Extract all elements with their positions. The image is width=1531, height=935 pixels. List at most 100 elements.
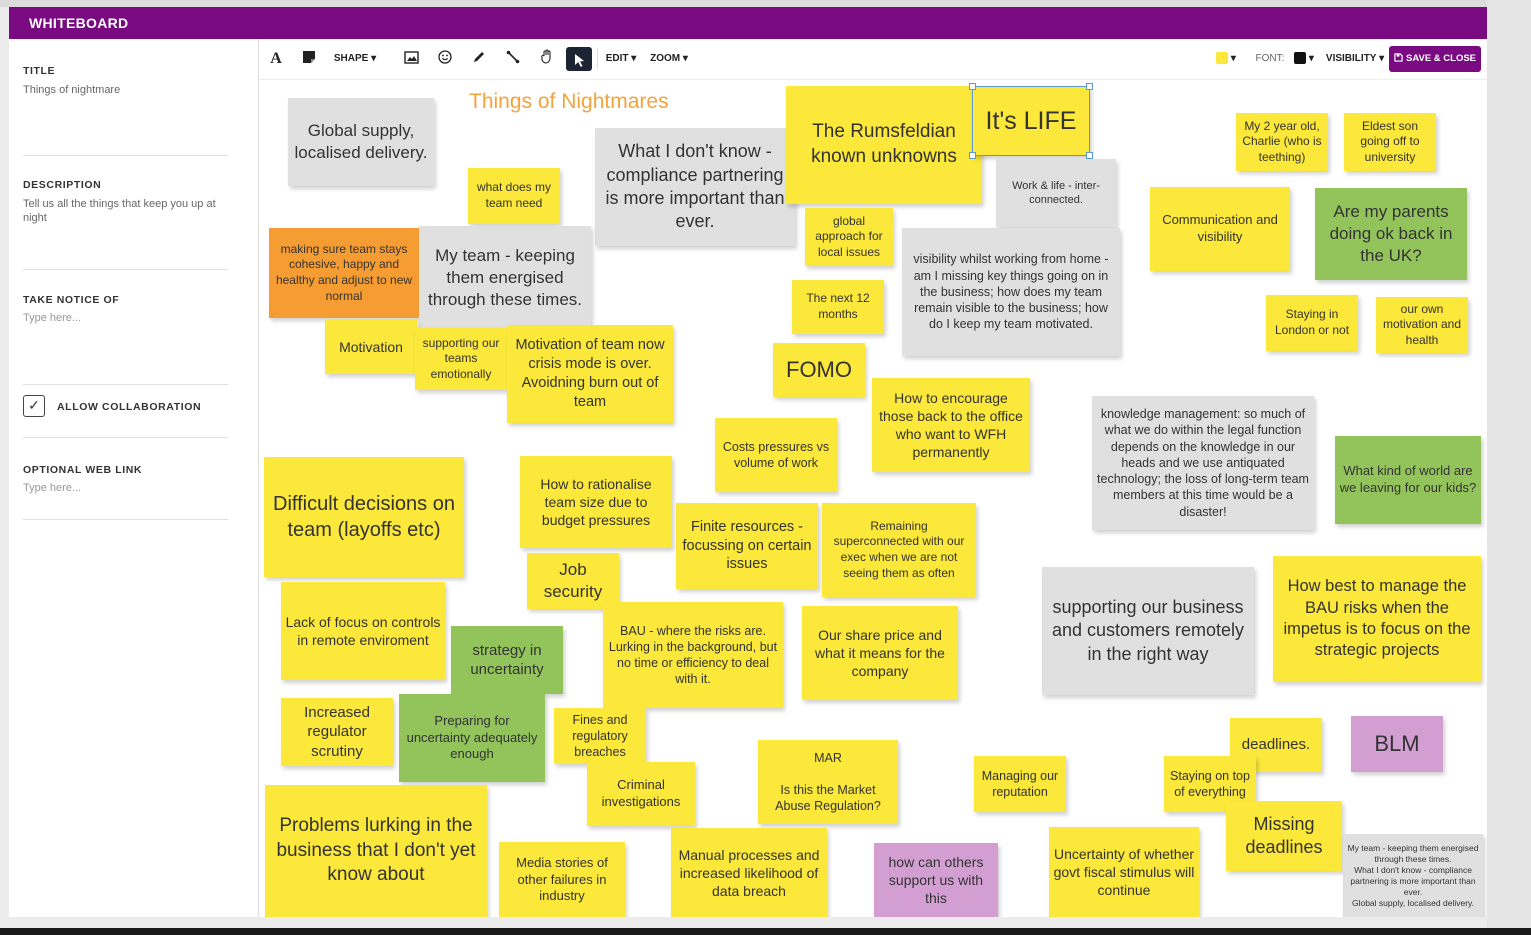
sticky-note[interactable]: Managing our reputation — [974, 756, 1066, 812]
title-label: TITLE — [23, 65, 56, 77]
description-field[interactable]: Tell us all the things that keep you up … — [23, 197, 228, 225]
sticky-note[interactable]: Manual processes and increased likelihoo… — [671, 828, 827, 917]
sticky-note[interactable]: knowledge management: so much of what we… — [1092, 396, 1314, 530]
sticky-note[interactable]: MAR Is this the Market Abuse Regulation? — [758, 740, 898, 824]
text-tool-icon[interactable]: A — [264, 47, 288, 71]
title-bar: WHITEBOARD — [9, 7, 1487, 39]
sticky-note[interactable]: Motivation — [325, 320, 417, 374]
sticky-note[interactable]: Global supply, localised delivery. — [288, 98, 434, 186]
hand-tool-icon[interactable] — [535, 47, 559, 71]
save-close-label: SAVE & CLOSE — [1405, 53, 1477, 64]
sticky-note[interactable]: My 2 year old, Charlie (who is teething) — [1236, 113, 1328, 171]
font-label: FONT: — [1255, 53, 1285, 64]
sticky-note[interactable]: supporting our business and customers re… — [1042, 567, 1254, 695]
note-color-picker[interactable]: ▾ — [1211, 47, 1241, 71]
sticky-note[interactable]: Finite resources - focussing on certain … — [676, 503, 818, 589]
taskbar-strip — [0, 928, 1531, 935]
sticky-note[interactable]: What I don't know - compliance partnerin… — [595, 128, 795, 246]
weblink-field[interactable]: Type here... — [23, 482, 228, 494]
notice-section: TAKE NOTICE OF Type here... — [23, 294, 228, 385]
sticky-note[interactable]: Costs pressures vs volume of work — [715, 418, 837, 492]
note-color-caret: ▾ — [1230, 53, 1236, 64]
sticky-note-tool-icon[interactable] — [297, 47, 321, 71]
sticky-note[interactable]: How best to manage the BAU risks when th… — [1273, 556, 1481, 682]
background-right — [1487, 0, 1531, 935]
weblink-section: OPTIONAL WEB LINK Type here... — [23, 464, 228, 520]
sticky-note[interactable]: our own motivation and health — [1376, 297, 1468, 353]
sticky-note[interactable]: global approach for local issues — [805, 208, 893, 266]
toolbar: A SHAPE ▾ EDIT ▾ ZOOM ▾ ▾ FONT: ▾ VISIBI… — [259, 39, 1487, 80]
sticky-note[interactable]: My team - keeping them energised through… — [419, 226, 591, 330]
resize-handle[interactable] — [1086, 152, 1093, 159]
sticky-note[interactable]: Missing deadlines — [1226, 801, 1342, 871]
whiteboard-window: WHITEBOARD TITLE Things of nightmare DES… — [9, 7, 1487, 917]
sticky-note[interactable]: visibility whilst working from home - am… — [902, 228, 1120, 356]
sticky-note[interactable]: Our share price and what it means for th… — [802, 606, 958, 700]
sticky-note[interactable]: Are my parents doing ok back in the UK? — [1315, 188, 1467, 280]
sticky-note[interactable]: Media stories of other failures in indus… — [499, 842, 625, 917]
connector-tool-icon[interactable] — [501, 47, 525, 71]
font-color-swatch — [1294, 52, 1307, 65]
notice-field[interactable]: Type here... — [23, 312, 228, 324]
sticky-note[interactable]: Difficult decisions on team (layoffs etc… — [264, 457, 464, 577]
zoom-menu[interactable]: ZOOM ▾ — [647, 47, 691, 71]
allow-collaboration-checkbox[interactable]: ✓ — [23, 395, 45, 417]
sticky-note[interactable]: How to encourage those back to the offic… — [872, 378, 1030, 472]
sticky-note[interactable]: BLM — [1351, 716, 1443, 772]
resize-handle[interactable] — [1086, 83, 1093, 90]
sticky-note[interactable]: Communication and visibility — [1150, 187, 1290, 271]
emoji-tool-icon[interactable] — [433, 47, 457, 71]
sticky-note[interactable]: Preparing for uncertainty adequately eno… — [399, 694, 545, 782]
title-section: TITLE Things of nightmare — [23, 65, 228, 156]
edit-menu[interactable]: EDIT ▾ — [603, 47, 639, 71]
toolbar-separator — [597, 49, 598, 69]
sticky-note[interactable]: Lack of focus on controls in remote envi… — [281, 582, 445, 680]
shape-menu[interactable]: SHAPE ▾ — [331, 47, 379, 71]
sticky-note[interactable]: FOMO — [773, 343, 865, 397]
sidebar: TITLE Things of nightmare DESCRIPTION Te… — [9, 39, 259, 917]
pen-tool-icon[interactable] — [467, 47, 491, 71]
description-section: DESCRIPTION Tell us all the things that … — [23, 179, 228, 270]
sticky-note[interactable]: My team - keeping them energised through… — [1343, 834, 1483, 917]
save-icon — [1394, 53, 1403, 62]
image-tool-icon[interactable] — [399, 47, 423, 71]
sticky-note[interactable]: Job security — [527, 553, 619, 609]
resize-handle[interactable] — [969, 83, 976, 90]
board-title[interactable]: Things of Nightmares — [469, 90, 669, 114]
font-color-caret: ▾ — [1308, 53, 1314, 64]
sticky-note[interactable]: Fines and regulatory breaches — [554, 708, 646, 764]
weblink-label: OPTIONAL WEB LINK — [23, 464, 143, 476]
resize-handle[interactable] — [969, 152, 976, 159]
sticky-note[interactable]: Increased regulator scrutiny — [281, 698, 393, 766]
sticky-note[interactable]: The Rumsfeldian known unknowns — [786, 86, 982, 204]
sticky-note[interactable]: Problems lurking in the business that I … — [265, 785, 487, 917]
save-close-button[interactable]: SAVE & CLOSE — [1389, 46, 1481, 72]
sticky-note[interactable]: Staying in London or not — [1266, 295, 1358, 351]
description-label: DESCRIPTION — [23, 179, 102, 191]
divider — [23, 437, 228, 438]
sticky-note[interactable]: Criminal investigations — [587, 762, 695, 826]
font-color-picker[interactable]: ▾ — [1289, 47, 1319, 71]
sticky-note[interactable]: What kind of world are we leaving for ou… — [1335, 436, 1481, 524]
whiteboard-canvas[interactable]: Things of Nightmares Global supply, loca… — [259, 80, 1487, 917]
notice-label: TAKE NOTICE OF — [23, 294, 120, 306]
sticky-note[interactable]: Remaining superconnected with our exec w… — [822, 503, 976, 597]
sticky-note[interactable]: Motivation of team now crisis mode is ov… — [507, 325, 673, 423]
background-top — [0, 0, 1531, 7]
title-field[interactable]: Things of nightmare — [23, 83, 228, 97]
note-color-swatch — [1216, 52, 1229, 65]
sticky-note[interactable]: BAU - where the risks are. Lurking in th… — [603, 602, 783, 708]
visibility-menu[interactable]: VISIBILITY ▾ — [1325, 47, 1385, 71]
sticky-note[interactable]: Work & life - inter-connected. — [996, 159, 1116, 227]
sticky-note[interactable]: How to rationalise team size due to budg… — [520, 456, 672, 548]
sticky-note[interactable]: Eldest son going off to university — [1344, 113, 1436, 171]
selection-frame — [969, 83, 1093, 159]
sticky-note[interactable]: making sure team stays cohesive, happy a… — [269, 228, 419, 318]
sticky-note[interactable]: The next 12 months — [792, 280, 884, 334]
sticky-note[interactable]: supporting our teams emotionally — [415, 328, 507, 390]
sticky-note[interactable]: how can others support us with this — [874, 843, 998, 917]
sticky-note[interactable]: Uncertainty of whether govt fiscal stimu… — [1049, 827, 1199, 917]
sticky-note[interactable]: what does my team need — [468, 168, 560, 224]
select-tool-icon[interactable] — [566, 47, 592, 71]
sticky-note[interactable]: strategy in uncertainty — [451, 626, 563, 694]
